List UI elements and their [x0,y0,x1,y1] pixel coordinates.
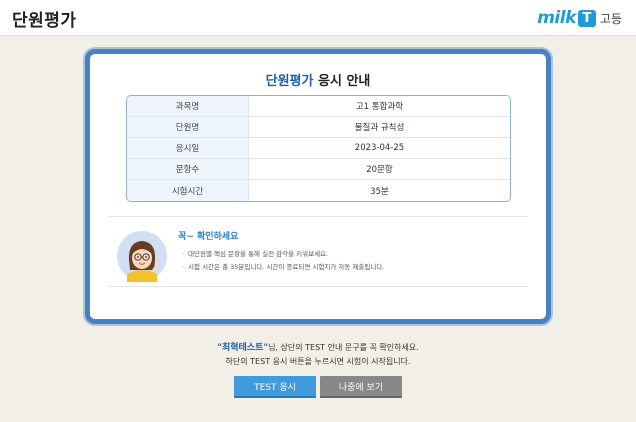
view-later-button[interactable]: 나중에 보기 [320,376,402,398]
divider-bottom [108,286,528,287]
top-header: 단원평가 milk T 고등 [0,0,636,36]
card-title-rest: 응시 안내 [313,74,371,89]
footer-line-1: "최혁테스트"님, 상단의 TEST 안내 문구를 꼭 확인하세요. [0,341,636,355]
table-row: 응시일 2023-04-25 [127,138,510,159]
list-item: ㆍ 대단원별 핵심 문항을 통해 실전 감각을 키워보세요. [180,250,329,258]
page-title: 단원평가 [12,11,77,31]
brand-milk-text: milk [537,8,576,28]
start-test-button[interactable]: TEST 응시 [234,376,316,398]
notice-list: ㆍ 대단원별 핵심 문항을 통해 실전 감각을 키워보세요. ㆍ 시험 시간은 … [180,248,384,274]
divider-top [108,216,528,217]
brand-logo: milk T 고등 [537,7,622,29]
footer-line-2: 하단의 TEST 응시 버튼을 누르시면 시험이 시작됩니다. [225,357,411,366]
teacher-avatar-icon [117,231,167,282]
brand-subtitle: 고등 [599,11,622,26]
notice-title: 꼭~ 확인하세요 [178,232,239,242]
info-value-count: 20문항 [249,159,510,180]
info-label-date: 응시일 [127,138,249,159]
footer-message: "최혁테스트"님, 상단의 TEST 안내 문구를 꼭 확인하세요. 하단의 T… [0,341,636,368]
footer-line-1-rest: 님, 상단의 TEST 안내 문구를 꼭 확인하세요. [268,343,419,352]
test-info-table: 과목명 고1 통합과학 단원명 물질과 규칙성 응시일 2023-04-25 문… [126,95,511,202]
card-title-accent: 단원평가 [265,74,314,89]
info-label-time: 시험시간 [127,180,249,201]
info-value-subject: 고1 통합과학 [249,96,510,117]
info-label-count: 문항수 [127,159,249,180]
info-value-time: 35분 [249,180,510,201]
card-title: 단원평가 응시 안내 [90,70,546,89]
test-info-card: 단원평가 응시 안내 과목명 고1 통합과학 단원명 물질과 규칙성 응시일 2… [85,49,551,324]
info-value-date: 2023-04-25 [249,138,510,159]
table-row: 문항수 20문항 [127,159,510,180]
brand-t-badge: T [577,9,596,27]
table-row: 시험시간 35분 [127,180,510,201]
info-value-unit: 물질과 규칙성 [249,117,510,138]
info-label-unit: 단원명 [127,117,249,138]
list-item: ㆍ 시험 시간은 총 35분입니다. 시간이 종료되면 시험지가 자동 제출됩니… [180,263,385,271]
user-name: "최혁테스트" [217,343,269,353]
table-row: 과목명 고1 통합과학 [127,96,510,117]
table-row: 단원명 물질과 규칙성 [127,117,510,138]
info-label-subject: 과목명 [127,96,249,117]
